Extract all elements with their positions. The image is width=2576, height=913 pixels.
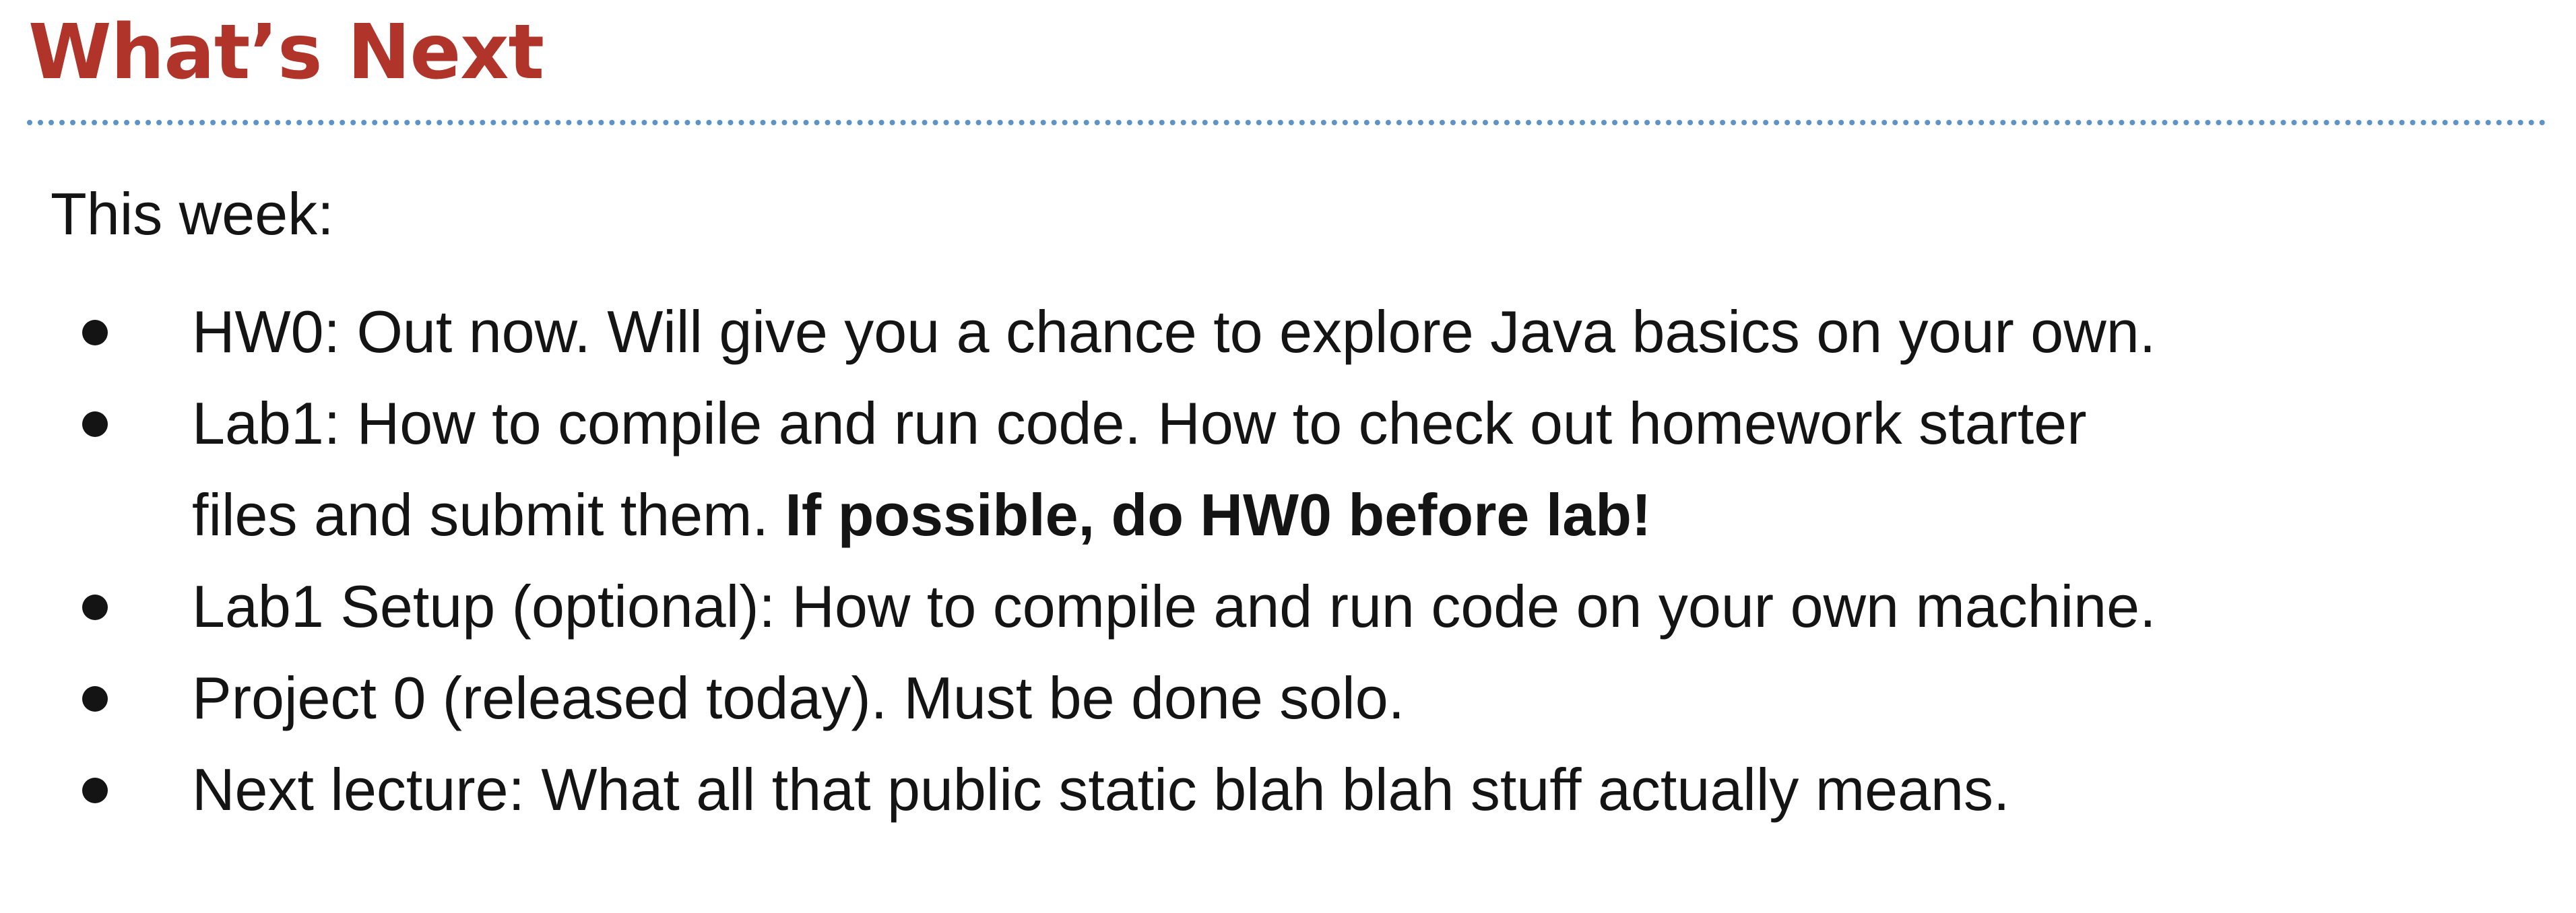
slide-title: What’s Next <box>28 9 544 96</box>
list-item-lab1-setup: Lab1 Setup (optional): How to compile an… <box>0 561 2576 652</box>
bullet-text: Project 0 (released today). Must be done… <box>192 665 1405 731</box>
list-item-project0: Project 0 (released today). Must be done… <box>0 652 2576 744</box>
bullet-icon <box>82 686 108 712</box>
bullet-text: HW0: Out now. Will give you a chance to … <box>192 298 2156 365</box>
list-item-lab1: Lab1: How to compile and run code. How t… <box>0 378 2576 561</box>
bullet-icon <box>82 411 108 437</box>
bullet-emphasis: If possible, do HW0 before lab! <box>785 481 1652 548</box>
slide: What’s Next This week: HW0: Out now. Wil… <box>0 0 2576 913</box>
bullet-icon <box>82 595 108 620</box>
bullet-text-line1: Lab1: How to compile and run code. How t… <box>192 390 2087 456</box>
bullet-icon <box>82 320 108 345</box>
bullet-text: Lab1 Setup (optional): How to compile an… <box>192 573 2156 640</box>
bullet-text: Next lecture: What all that public stati… <box>192 756 2010 823</box>
title-divider <box>27 120 2546 125</box>
bullet-icon <box>82 778 108 803</box>
list-item-next-lecture: Next lecture: What all that public stati… <box>0 744 2576 836</box>
bullet-text-line2: files and submit them. <box>192 481 785 548</box>
intro-text: This week: <box>51 180 334 247</box>
list-item-hw0: HW0: Out now. Will give you a chance to … <box>0 286 2576 378</box>
bullet-list: HW0: Out now. Will give you a chance to … <box>0 286 2576 836</box>
